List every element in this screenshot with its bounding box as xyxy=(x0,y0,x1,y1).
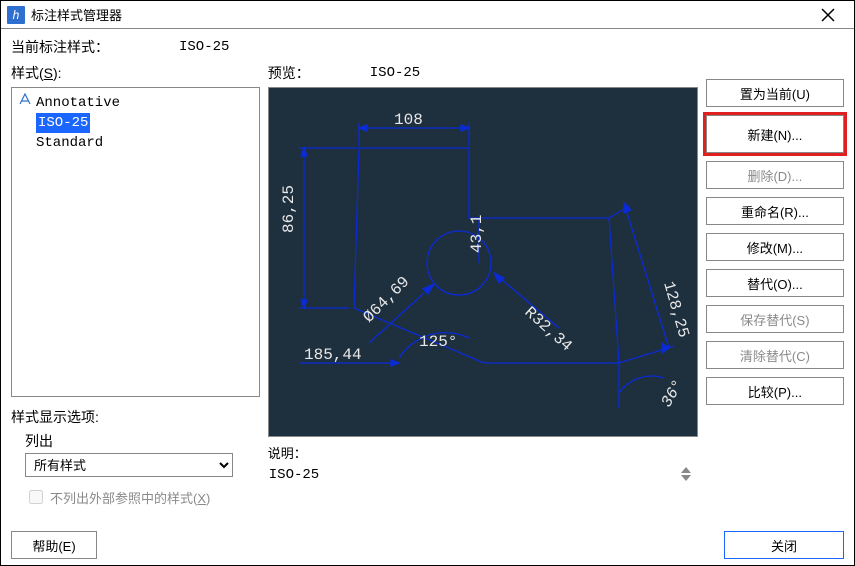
help-button[interactable]: 帮助(E) xyxy=(11,531,97,559)
svg-text:108: 108 xyxy=(394,111,423,129)
svg-text:36°: 36° xyxy=(658,377,688,411)
description-spinner[interactable] xyxy=(681,467,697,481)
svg-text:125°: 125° xyxy=(419,333,457,351)
list-item[interactable]: Standard xyxy=(18,133,253,153)
save-override-button[interactable]: 保存替代(S) xyxy=(706,305,844,333)
exclude-xref-checkbox[interactable]: 不列出外部参照中的样式(X) xyxy=(25,487,260,507)
list-opts-label: 样式显示选项: xyxy=(11,407,260,427)
set-current-button[interactable]: 置为当前(U) xyxy=(706,79,844,107)
list-item[interactable]: Annotative xyxy=(18,92,253,113)
close-icon[interactable] xyxy=(808,2,848,28)
chevron-down-icon[interactable] xyxy=(681,475,691,481)
current-style-value: ISO-25 xyxy=(179,39,229,55)
new-button[interactable]: 新建(N)... xyxy=(706,115,844,153)
svg-text:43,1: 43,1 xyxy=(468,215,486,253)
svg-text:86,25: 86,25 xyxy=(280,185,298,233)
description-label: 说明： xyxy=(268,443,698,462)
annotative-icon xyxy=(18,92,32,113)
list-item[interactable]: ISO-25 xyxy=(18,113,253,133)
list-filter-select[interactable]: 所有样式 xyxy=(25,453,233,477)
app-icon: h xyxy=(7,6,25,24)
styles-label: 样式(S): xyxy=(11,63,260,83)
clear-override-button[interactable]: 清除替代(C) xyxy=(706,341,844,369)
preview-value: ISO-25 xyxy=(370,65,420,81)
rename-button[interactable]: 重命名(R)... xyxy=(706,197,844,225)
current-style-label: 当前标注样式： xyxy=(11,37,109,57)
override-button[interactable]: 替代(O)... xyxy=(706,269,844,297)
svg-text:Ø64,69: Ø64,69 xyxy=(360,273,413,326)
description-value: ISO-25 xyxy=(269,467,681,483)
close-button[interactable]: 关闭 xyxy=(724,531,844,559)
chevron-up-icon[interactable] xyxy=(681,467,691,473)
svg-text:R32,34: R32,34 xyxy=(520,303,575,355)
compare-button[interactable]: 比较(P)... xyxy=(706,377,844,405)
delete-button[interactable]: 删除(D)... xyxy=(706,161,844,189)
preview-canvas: 108 86,25 Ø64,69 125° 185,44 43,1 R32,34… xyxy=(268,87,698,437)
exclude-xref-checkbox-box[interactable] xyxy=(29,490,43,504)
window-title: 标注样式管理器 xyxy=(31,5,122,24)
modify-button[interactable]: 修改(M)... xyxy=(706,233,844,261)
svg-text:185,44: 185,44 xyxy=(304,346,362,364)
list-out-label: 列出 xyxy=(25,431,260,451)
preview-label: 预览： xyxy=(268,63,310,83)
styles-listbox[interactable]: Annotative ISO-25 Standard xyxy=(11,87,260,397)
